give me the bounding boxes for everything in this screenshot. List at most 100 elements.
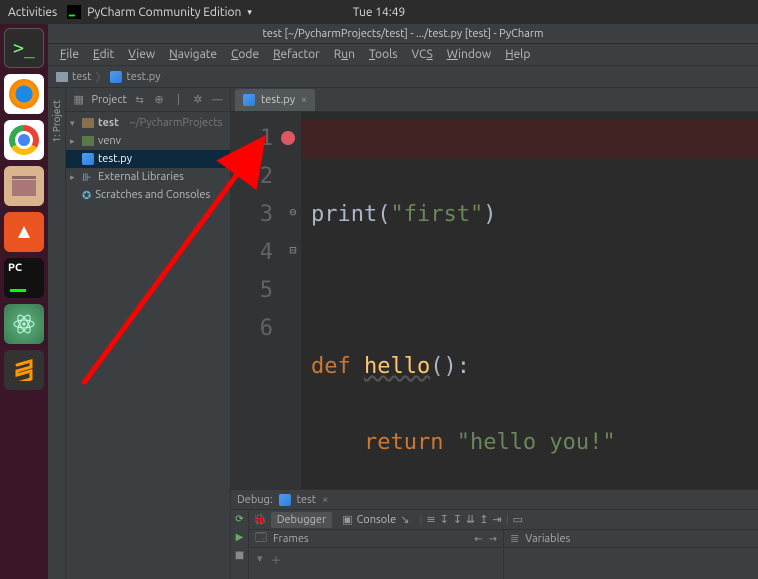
library-icon: ⊪ <box>82 171 94 183</box>
launcher-firefox-icon[interactable] <box>4 74 44 114</box>
project-tool-header: ▦ Project ⇆ ⊕ | ✲ — <box>66 88 230 112</box>
launcher-pycharm-icon[interactable]: PC <box>4 258 44 298</box>
launcher-terminal-icon[interactable]: >_ <box>4 28 44 68</box>
gear-icon[interactable]: ✲ <box>191 93 204 106</box>
force-step-icon[interactable]: ⇊ <box>466 513 475 526</box>
line-number[interactable]: 4 <box>237 234 273 272</box>
next-frame-icon[interactable]: → <box>489 533 497 545</box>
close-icon[interactable]: × <box>322 494 328 506</box>
os-top-bar: Activities PyCharm Community Edition ▾ T… <box>0 0 758 24</box>
menu-refactor[interactable]: Refactor <box>267 46 326 63</box>
launcher-files-icon[interactable] <box>4 166 44 206</box>
target-icon[interactable]: ⊕ <box>152 93 165 106</box>
chevron-down-icon: ▾ <box>247 7 252 18</box>
breadcrumb-project[interactable]: test <box>56 71 91 83</box>
project-tool-button[interactable]: 1: Project <box>51 100 62 143</box>
launcher-sublime-icon[interactable] <box>4 350 44 390</box>
variables-label: Variables <box>525 533 570 545</box>
folder-icon <box>82 118 94 128</box>
tree-venv[interactable]: ▸ venv <box>66 132 230 150</box>
left-tool-strip: 1: Project <box>48 88 66 579</box>
disclosure-open-icon[interactable]: ▾ <box>70 118 78 129</box>
project-tree: ▾ test ~/PycharmProjects ▸ venv test.py … <box>66 112 230 206</box>
step-out-icon[interactable]: ↥ <box>479 513 488 526</box>
menu-vcs[interactable]: VCS <box>405 46 438 63</box>
disclosure-closed-icon[interactable]: ▸ <box>70 172 78 183</box>
debug-config-name: test <box>297 494 316 506</box>
code-editor[interactable]: 1 2 3 4 5 6 ⊖ ⊟ print("first") def hello… <box>231 112 758 489</box>
menu-help[interactable]: Help <box>499 46 536 63</box>
step-over-icon[interactable]: ≡ <box>426 513 435 526</box>
launcher-atom-icon[interactable] <box>4 304 44 344</box>
close-icon[interactable]: × <box>301 94 307 106</box>
editor-area: test.py × 1 2 3 4 5 6 ⊖ ⊟ print("first <box>231 88 758 579</box>
rerun-debug-icon[interactable]: ⟳ <box>235 513 243 525</box>
variables-icon: ≣ <box>510 532 519 545</box>
active-app-indicator[interactable]: PyCharm Community Edition ▾ <box>67 5 252 19</box>
editor-tabs: test.py × <box>231 88 758 112</box>
attach-icon[interactable]: ↘ <box>400 513 409 526</box>
evaluate-icon[interactable]: ▭ <box>513 513 523 526</box>
console-tab[interactable]: ▣ Console ↘ <box>336 511 415 528</box>
step-into-my-icon[interactable]: ↧ <box>453 513 462 526</box>
project-view-icon: ▦ <box>72 93 85 106</box>
breadcrumb-separator-icon: 〉 <box>95 69 106 85</box>
menu-edit[interactable]: Edit <box>87 46 120 63</box>
fold-end-icon[interactable]: ⊟ <box>287 244 299 256</box>
line-number[interactable]: 5 <box>237 272 273 310</box>
menu-run[interactable]: Run <box>328 46 361 63</box>
collapse-icon[interactable]: ⇆ <box>133 94 146 106</box>
line-number[interactable]: 1 <box>237 120 273 158</box>
hide-icon[interactable]: — <box>211 94 224 106</box>
launcher-chrome-icon[interactable] <box>4 120 44 160</box>
run-to-cursor-icon[interactable]: ⇥ <box>492 513 501 526</box>
project-tool-title: Project <box>91 94 126 106</box>
debugger-tab[interactable]: Debugger <box>271 512 332 528</box>
launcher-software-icon[interactable] <box>4 212 44 252</box>
disclosure-closed-icon[interactable]: ▸ <box>70 136 78 147</box>
python-file-icon <box>243 94 255 106</box>
code-content[interactable]: print("first") def hello(): return "hell… <box>301 112 758 489</box>
folder-icon <box>82 136 94 146</box>
menu-window[interactable]: Window <box>441 46 497 63</box>
tree-scratches[interactable]: ✪ Scratches and Consoles <box>66 186 230 204</box>
frames-panel: 🗔 Frames ← → ▾ ＋ <box>249 530 504 579</box>
resume-icon[interactable]: ▶ <box>236 531 244 543</box>
tree-file-testpy[interactable]: test.py <box>66 150 230 168</box>
window-title-bar: test [~/PycharmProjects/test] - .../test… <box>48 24 758 44</box>
fold-icon[interactable]: ⊖ <box>287 206 299 218</box>
breakpoint-icon[interactable] <box>281 131 295 145</box>
ubuntu-launcher: >_ PC <box>0 24 48 579</box>
line-number[interactable]: 2 <box>237 158 273 196</box>
tree-root[interactable]: ▾ test ~/PycharmProjects <box>66 114 230 132</box>
add-icon[interactable]: ＋ <box>271 552 282 568</box>
menu-tools[interactable]: Tools <box>363 46 404 63</box>
tree-external-libraries[interactable]: ▸ ⊪ External Libraries <box>66 168 230 186</box>
stop-icon[interactable]: ■ <box>235 549 244 561</box>
menu-code[interactable]: Code <box>225 46 265 63</box>
activities-button[interactable]: Activities <box>8 6 57 19</box>
variables-panel: ≣ Variables <box>504 530 758 579</box>
clock[interactable]: Tue 14:49 <box>353 6 406 19</box>
step-into-icon[interactable]: ↧ <box>440 513 449 526</box>
breadcrumb-file[interactable]: test.py <box>110 71 160 83</box>
prev-frame-icon[interactable]: ← <box>474 533 482 545</box>
line-number[interactable]: 6 <box>237 310 273 348</box>
gutter[interactable]: 1 2 3 4 5 6 ⊖ ⊟ <box>231 112 301 489</box>
debug-header: Debug: test × <box>231 490 758 510</box>
thread-dropdown[interactable]: ▾ <box>257 552 263 568</box>
line-number[interactable]: 3 <box>237 196 273 234</box>
scratches-icon: ✪ <box>82 189 91 202</box>
debug-label: Debug: <box>237 494 273 506</box>
menu-file[interactable]: File <box>54 46 85 63</box>
debug-side-toolbar: ⟳ ▶ ■ <box>231 510 249 579</box>
pycharm-small-icon <box>67 5 81 19</box>
project-tool-window: ▦ Project ⇆ ⊕ | ✲ — ▾ test ~/PycharmProj… <box>66 88 231 579</box>
pycharm-window: test [~/PycharmProjects/test] - .../test… <box>48 24 758 579</box>
console-icon: ▣ <box>342 513 352 526</box>
editor-tab-testpy[interactable]: test.py × <box>235 89 315 111</box>
debug-tool-window: Debug: test × ⟳ ▶ ■ 🐞 Debugger <box>231 489 758 579</box>
menu-navigate[interactable]: Navigate <box>163 46 223 63</box>
menu-view[interactable]: View <box>122 46 161 63</box>
python-file-icon <box>279 494 291 506</box>
